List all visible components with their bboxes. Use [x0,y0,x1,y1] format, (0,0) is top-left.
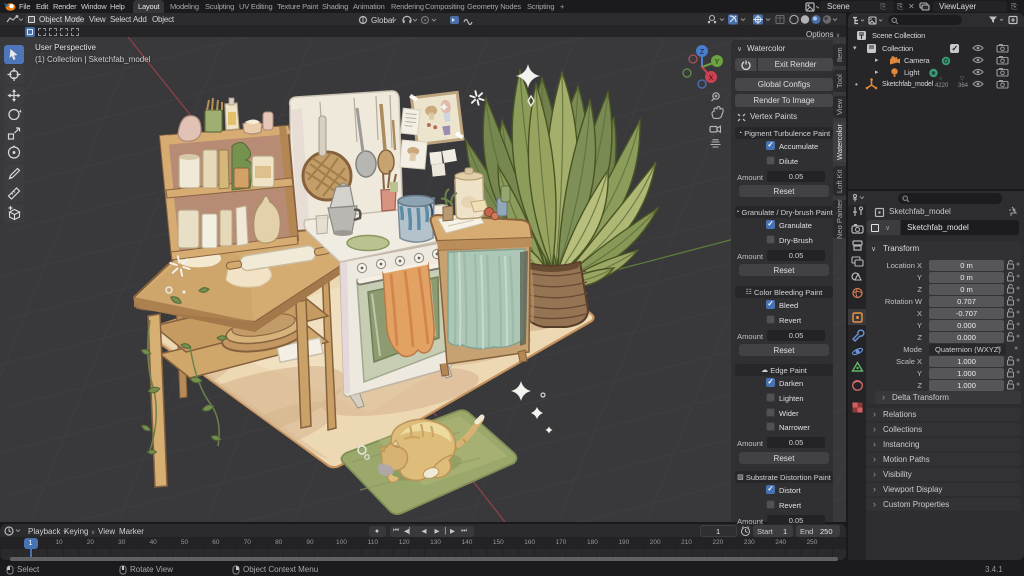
svg-text:X: X [709,75,714,82]
svg-text:Global: Global [371,16,394,25]
svg-text:Y: Y [715,59,720,66]
svg-text:Z: Z [700,49,705,56]
